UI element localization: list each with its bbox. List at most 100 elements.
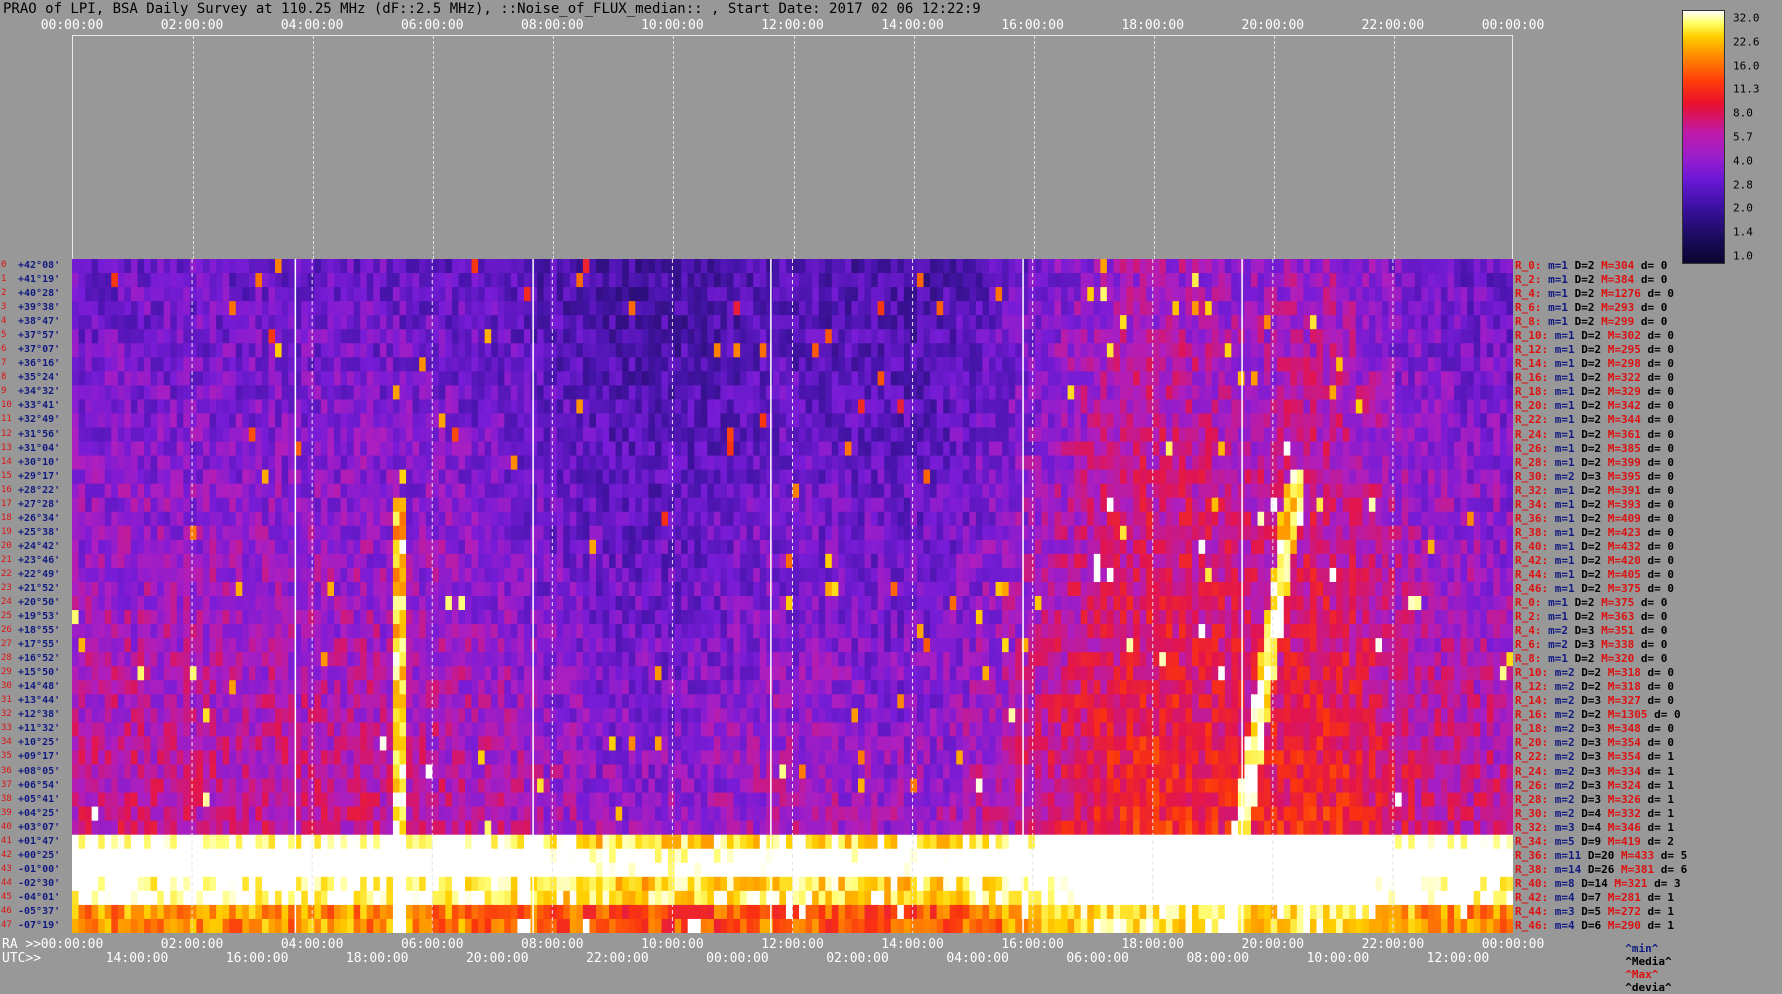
heatmap-cell xyxy=(1152,385,1160,401)
heatmap-cell xyxy=(720,483,728,499)
heatmap-cell xyxy=(818,553,826,569)
heatmap-cell xyxy=(779,413,787,429)
heatmap-cell xyxy=(687,301,695,316)
heatmap-cell xyxy=(314,329,322,344)
heatmap-cell xyxy=(1309,329,1318,344)
heatmap-cell xyxy=(635,511,643,527)
heatmap-cell xyxy=(1499,413,1508,429)
heatmap-cell xyxy=(78,315,86,330)
heatmap-cell xyxy=(1211,497,1219,513)
heatmap-cell xyxy=(563,329,571,344)
heatmap-cell xyxy=(543,427,551,443)
heatmap-cell xyxy=(484,483,492,499)
heatmap-cell xyxy=(1342,455,1350,471)
heatmap-cell xyxy=(124,497,132,513)
heatmap-cell xyxy=(654,385,663,401)
heatmap-cell xyxy=(903,553,911,569)
heatmap-cell xyxy=(890,567,898,583)
heatmap-cell xyxy=(183,399,191,415)
heatmap-cell xyxy=(1336,525,1344,541)
heatmap-cell xyxy=(589,273,597,288)
heatmap-cell xyxy=(1506,259,1513,274)
heatmap-cell xyxy=(137,413,145,429)
heatmap-cell xyxy=(537,455,545,471)
heatmap-cell xyxy=(936,553,944,569)
heatmap-cell xyxy=(307,455,315,471)
heatmap-cell xyxy=(661,385,669,401)
heatmap-cell xyxy=(720,259,728,274)
heatmap-cell xyxy=(275,371,283,386)
heatmap-cell xyxy=(196,427,204,443)
heatmap-cell xyxy=(327,525,335,541)
heatmap-cell xyxy=(1034,455,1042,471)
heatmap-cell xyxy=(1290,399,1298,415)
heatmap-cell xyxy=(1349,441,1357,457)
heatmap-cell xyxy=(235,553,243,569)
heatmap-cell xyxy=(1355,287,1363,302)
heatmap-cell xyxy=(111,315,119,330)
heatmap-cell xyxy=(117,455,125,471)
heatmap-cell xyxy=(530,441,538,457)
heatmap-cell xyxy=(864,259,872,274)
heatmap-cell xyxy=(1316,371,1324,386)
heatmap-cell xyxy=(831,483,839,499)
heatmap-cell xyxy=(989,441,997,457)
heatmap-cell xyxy=(307,427,315,443)
heatmap-cell xyxy=(1120,399,1128,415)
heatmap-cell xyxy=(1087,441,1095,457)
heatmap-cell xyxy=(229,511,237,527)
heatmap-cell xyxy=(1244,539,1252,555)
heatmap-cell xyxy=(301,525,309,541)
heatmap-cell xyxy=(307,343,315,358)
heatmap-cell xyxy=(916,539,925,555)
heatmap-cell xyxy=(412,273,420,288)
heatmap-cell xyxy=(104,287,112,302)
heatmap-cell xyxy=(1454,553,1462,569)
heatmap-cell xyxy=(255,399,263,415)
heatmap-cell xyxy=(628,301,636,316)
heatmap-cell xyxy=(727,511,735,527)
heatmap-cell xyxy=(727,399,735,415)
heatmap-cell xyxy=(288,259,296,274)
heatmap-cell xyxy=(209,483,217,499)
heatmap-cell xyxy=(327,567,335,583)
heatmap-cell xyxy=(1087,399,1095,415)
heatmap-cell xyxy=(1486,357,1494,372)
heatmap-cell xyxy=(930,441,938,457)
heatmap-cell xyxy=(1172,259,1180,274)
heatmap-cell xyxy=(668,399,676,415)
heatmap-cell xyxy=(1290,539,1298,555)
heatmap-cell xyxy=(242,287,250,302)
heatmap-cell xyxy=(98,539,106,555)
heatmap-cell xyxy=(1244,525,1252,541)
heatmap-cell xyxy=(523,343,532,358)
heatmap-cell xyxy=(1506,413,1513,429)
heatmap-cell xyxy=(216,371,224,386)
heatmap-cell xyxy=(242,455,250,471)
heatmap-cell xyxy=(1270,343,1278,358)
heatmap-cell xyxy=(1434,343,1442,358)
heatmap-cell xyxy=(1342,343,1350,358)
heatmap-cell xyxy=(1414,329,1422,344)
heatmap-cell xyxy=(661,525,669,541)
heatmap-cell xyxy=(720,469,728,485)
heatmap-cell xyxy=(517,427,525,443)
heatmap-cell xyxy=(104,413,112,429)
heatmap-cell xyxy=(1120,287,1128,302)
heatmap-cell xyxy=(1395,539,1403,555)
heatmap-cell xyxy=(910,525,918,541)
heatmap-cell xyxy=(1126,553,1134,569)
heatmap-cell xyxy=(85,259,93,274)
heatmap-cell xyxy=(851,315,859,330)
heatmap-cell xyxy=(1244,329,1252,344)
heatmap-cell xyxy=(1493,371,1501,386)
heatmap-cell xyxy=(366,525,374,541)
heatmap-cell xyxy=(72,469,80,485)
heatmap-cell xyxy=(124,525,132,541)
heatmap-cell xyxy=(668,469,676,485)
heatmap-cell xyxy=(1224,441,1232,457)
heatmap-cell xyxy=(157,427,165,443)
heatmap-cell xyxy=(740,273,748,288)
heatmap-cell xyxy=(989,259,997,274)
heatmap-cell xyxy=(1120,259,1128,274)
